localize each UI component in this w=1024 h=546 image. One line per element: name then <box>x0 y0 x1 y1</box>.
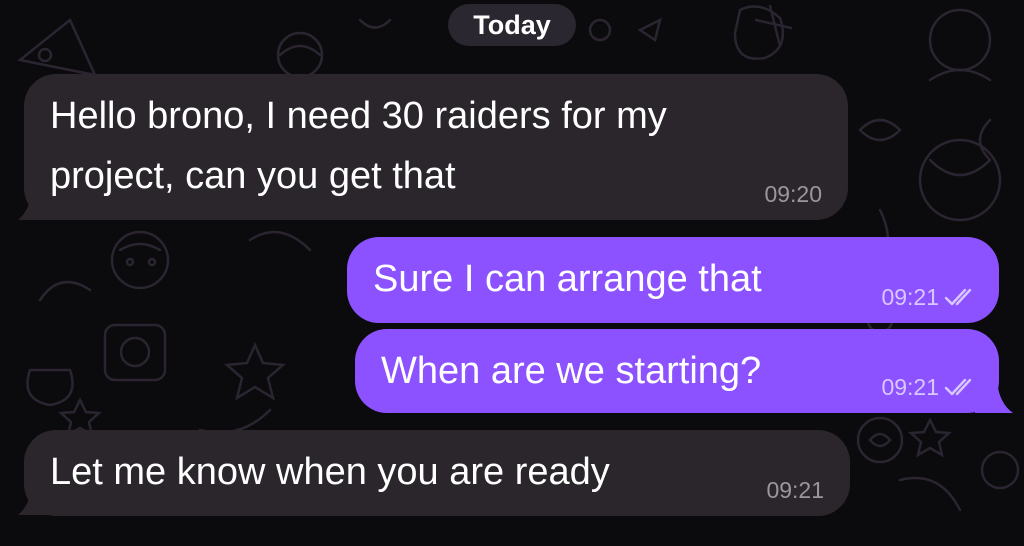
message-time: 09:21 <box>881 374 939 400</box>
message-timestamp: 09:21 <box>766 477 824 503</box>
message-bubble-outgoing[interactable]: Sure I can arrange that 09:21 <box>347 237 999 323</box>
date-separator: Today <box>448 4 576 46</box>
message-timestamp: 09:20 <box>764 181 822 207</box>
double-check-icon <box>944 378 972 396</box>
message-timestamp: 09:21 <box>881 374 977 400</box>
message-text: Sure I can arrange that <box>373 258 762 300</box>
message-time: 09:21 <box>881 284 939 310</box>
double-check-icon <box>944 288 972 306</box>
message-time: 09:20 <box>764 181 822 207</box>
message-bubble-incoming[interactable]: Hello brono, I need 30 raiders for my pr… <box>24 74 848 220</box>
message-text: When are we starting? <box>381 350 762 392</box>
message-text: Let me know when you are ready <box>50 451 610 493</box>
message-text: Hello brono, I need 30 raiders for my pr… <box>50 95 667 197</box>
message-time: 09:21 <box>766 477 824 503</box>
message-timestamp: 09:21 <box>881 284 977 310</box>
message-bubble-outgoing[interactable]: When are we starting? 09:21 <box>355 329 999 413</box>
message-bubble-incoming[interactable]: Let me know when you are ready 09:21 <box>24 430 850 516</box>
